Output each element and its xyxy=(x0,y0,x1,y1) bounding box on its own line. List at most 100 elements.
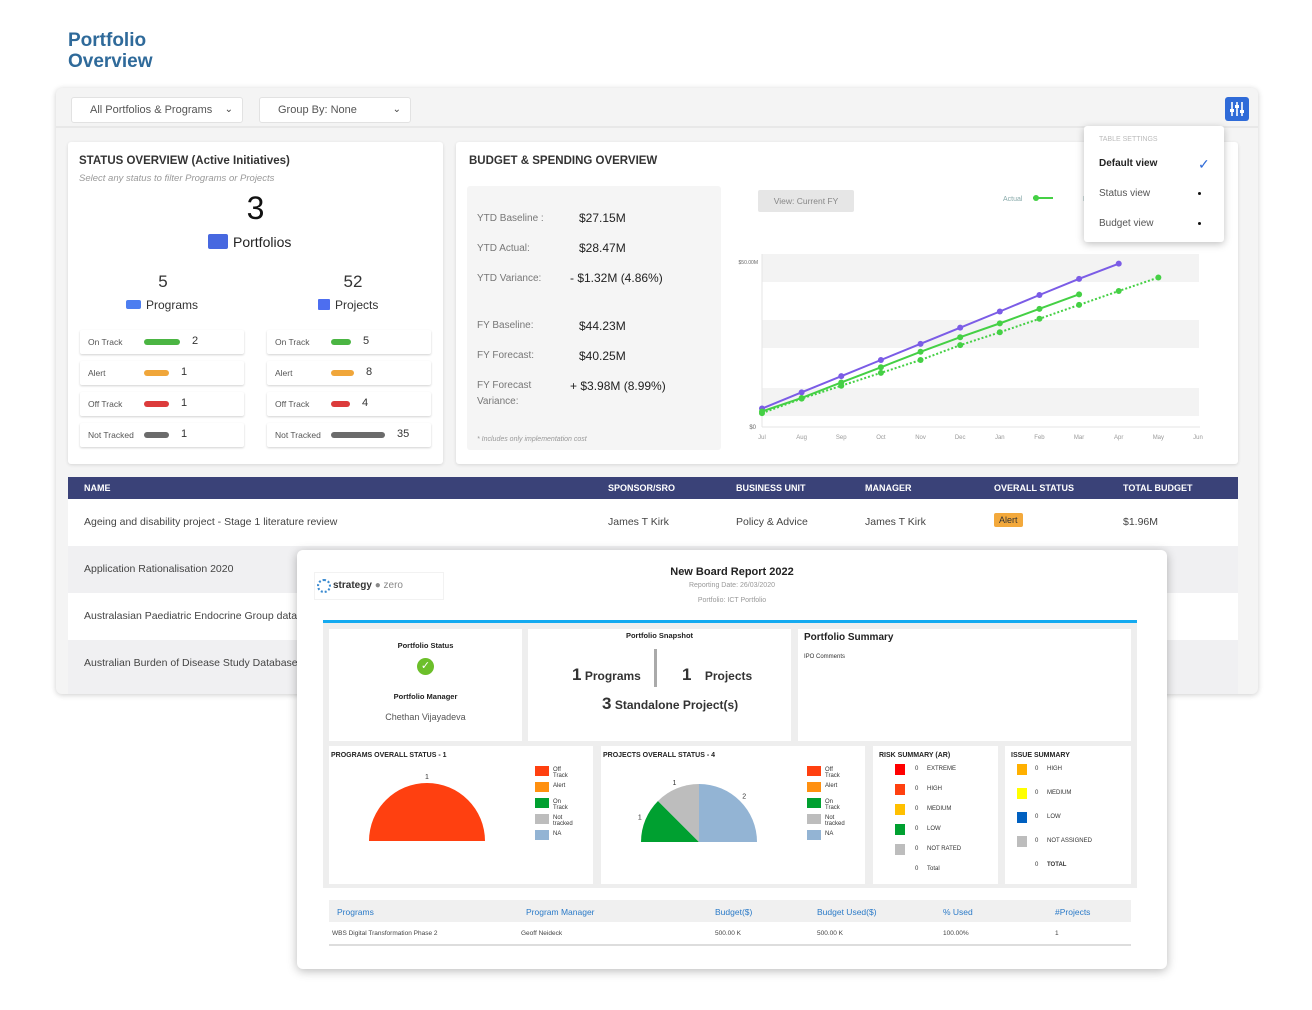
status-row-off-track[interactable]: Off Track 1 xyxy=(80,392,244,416)
cell: 500.00 K xyxy=(715,930,742,937)
status-row-off-track[interactable]: Off Track 4 xyxy=(267,392,431,416)
column-header[interactable]: SPONSOR/SRO xyxy=(608,483,675,493)
column-header[interactable]: TOTAL BUDGET xyxy=(1123,483,1193,493)
status-row-on-track[interactable]: On Track 2 xyxy=(80,330,244,354)
severity-count: 0 xyxy=(915,766,919,772)
column-header[interactable]: % Used xyxy=(943,907,973,917)
table-settings-button[interactable] xyxy=(1225,97,1249,121)
legend-label: NA xyxy=(825,831,834,837)
column-header[interactable]: BUSINESS UNIT xyxy=(736,483,806,493)
metric-value: $27.15M xyxy=(579,211,626,225)
dropdown-value: Group By: None xyxy=(278,104,357,116)
x-tick-label: Jan xyxy=(995,435,1005,441)
status-row-not-tracked[interactable]: Not Tracked 1 xyxy=(80,423,244,447)
table-settings-menu: TABLE SETTINGS Default view ✓ Status view B… xyxy=(1084,126,1224,242)
status-badge: Alert xyxy=(994,513,1023,527)
column-header[interactable]: Programs xyxy=(337,907,374,917)
data-point xyxy=(917,340,924,347)
status-count: 1 xyxy=(181,428,188,440)
portfolios-label[interactable]: Portfolios xyxy=(208,234,291,250)
status-row-alert[interactable]: Alert 1 xyxy=(80,361,244,385)
legend-swatch xyxy=(807,830,821,840)
table-row[interactable]: Ageing and disability project - Stage 1 … xyxy=(68,499,1238,546)
status-count: 2 xyxy=(192,335,199,347)
risk-summary-box: RISK SUMMARY (AR) 0 EXTREME 0 HIGH 0 MEDIUM 0 L… xyxy=(873,746,998,884)
status-row-on-track[interactable]: On Track 5 xyxy=(267,330,431,354)
board-report-preview: strategy ● zero New Board Report 2022 Re… xyxy=(297,550,1167,969)
status-row-not-tracked[interactable]: Not Tracked 35 xyxy=(267,423,431,447)
status-label: Not Tracked xyxy=(275,430,321,440)
column-header[interactable]: NAME xyxy=(84,483,111,493)
label: Portfolio Summary xyxy=(804,632,894,643)
severity-count: 0 xyxy=(915,786,919,792)
data-point xyxy=(957,324,964,331)
y-tick-label: $50.00M xyxy=(739,260,758,266)
data-point xyxy=(1115,288,1122,295)
column-header[interactable]: OVERALL STATUS xyxy=(994,483,1074,493)
pie-data-label: 1 xyxy=(638,815,642,822)
severity-label: MEDIUM xyxy=(927,806,952,812)
status-label: Not Tracked xyxy=(88,430,134,440)
folder-open-icon xyxy=(126,300,141,309)
label: Programs xyxy=(584,669,641,683)
legend-label: Off Track xyxy=(825,767,840,779)
legend-label: Off Track xyxy=(553,767,568,779)
severity-count: 0 xyxy=(915,806,919,812)
label: Programs xyxy=(146,298,199,312)
column-header[interactable]: Program Manager xyxy=(526,907,595,917)
cell-name: Application Rationalisation 2020 xyxy=(84,563,234,575)
status-row-alert[interactable]: Alert 8 xyxy=(267,361,431,385)
projects-count: 1 xyxy=(682,665,692,684)
metric-label: YTD Actual: xyxy=(477,243,530,254)
cell-name: Australasian Paediatric Endocrine Group … xyxy=(84,610,303,622)
data-point xyxy=(759,410,765,417)
data-point xyxy=(996,320,1003,327)
cell-name: Australian Burden of Disease Study Datab… xyxy=(84,657,305,669)
portfolio-summary-box: Portfolio Summary IPO Comments xyxy=(798,629,1131,741)
data-point xyxy=(798,395,805,402)
pie-data-label: 1 xyxy=(425,774,429,781)
menu-item-status-view[interactable]: Status view xyxy=(1099,188,1150,199)
column-header[interactable]: Budget($) xyxy=(715,907,752,917)
data-point xyxy=(1155,274,1162,281)
data-point xyxy=(877,369,884,376)
column-header[interactable]: MANAGER xyxy=(865,483,912,493)
x-tick-label: Sep xyxy=(836,435,847,441)
legend-swatch xyxy=(807,798,821,808)
portfolios-count[interactable]: 3 xyxy=(68,190,443,227)
panel-title: STATUS OVERVIEW (Active Initiatives) xyxy=(79,155,290,167)
severity-count: 0 xyxy=(915,846,919,852)
cell: 100.00% xyxy=(943,930,969,937)
total-count: 0 xyxy=(915,866,919,872)
cell: WBS Digital Transformation Phase 2 xyxy=(332,930,438,937)
status-label: On Track xyxy=(275,337,310,347)
severity-swatch xyxy=(895,784,905,795)
x-tick-label: Mar xyxy=(1074,435,1084,441)
x-tick-label: Aug xyxy=(796,435,807,441)
portfolio-filter-dropdown[interactable]: All Portfolios & Programs ⌄ xyxy=(71,97,243,123)
total-count: 0 xyxy=(1035,862,1039,868)
label: Projects xyxy=(335,298,379,312)
column-header[interactable]: #Projects xyxy=(1055,907,1090,917)
data-point xyxy=(1076,291,1083,298)
legend-label: Actual xyxy=(1003,196,1023,203)
status-count: 35 xyxy=(397,428,410,440)
group-by-dropdown[interactable]: Group By: None ⌄ xyxy=(259,97,411,123)
menu-item-budget-view[interactable]: Budget view xyxy=(1099,218,1153,229)
status-overview-panel: STATUS OVERVIEW (Active Initiatives) Sel… xyxy=(68,142,443,464)
x-tick-label: Nov xyxy=(915,435,926,441)
cell-manager: James T Kirk xyxy=(865,516,926,528)
programs-label: Programs xyxy=(126,298,198,312)
column-header[interactable]: Budget Used($) xyxy=(817,907,877,917)
menu-item-default-view[interactable]: Default view xyxy=(1099,158,1157,169)
grid-band xyxy=(762,320,1199,348)
projects-count[interactable]: 52 xyxy=(258,272,448,292)
reporting-date: Reporting Date: 26/03/2020 xyxy=(688,582,775,589)
x-tick-label: Oct xyxy=(876,435,886,441)
severity-count: 0 xyxy=(1035,790,1039,796)
legend-swatch xyxy=(535,798,549,808)
table-header: NAME SPONSOR/SRO BUSINESS UNIT MANAGER OVERA… xyxy=(68,477,1238,499)
y-tick-label: $0 xyxy=(749,425,756,431)
programs-count[interactable]: 5 xyxy=(68,272,258,292)
chevron-down-icon: ⌄ xyxy=(224,104,233,115)
